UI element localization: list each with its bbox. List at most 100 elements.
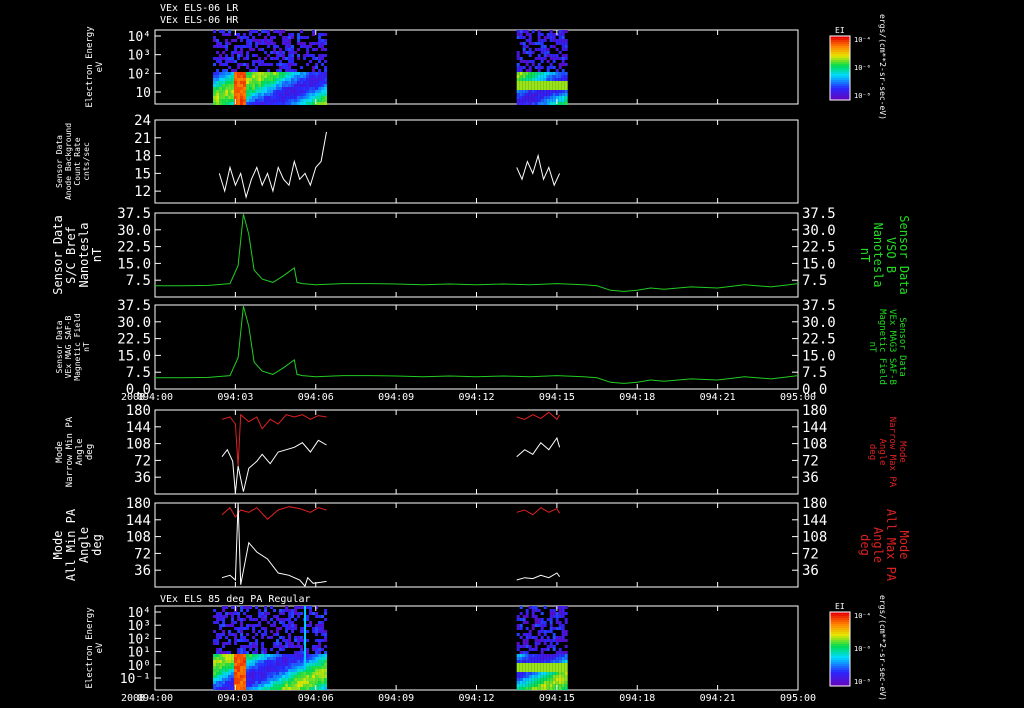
heatmap-cell — [294, 639, 298, 642]
heatmap-cell — [543, 684, 547, 687]
heatmap-cell — [303, 81, 307, 84]
heatmap-cell — [528, 75, 532, 78]
heatmap-cell — [267, 636, 271, 639]
heatmap-cell — [258, 669, 262, 672]
heatmap-cell — [255, 657, 259, 660]
heatmap-cell — [219, 57, 223, 60]
colorbar-segment — [830, 674, 850, 676]
heatmap-cell — [291, 99, 295, 102]
heatmap-cell — [285, 45, 289, 48]
heatmap-cell — [534, 654, 538, 657]
colorbar-segment — [830, 680, 850, 682]
heatmap-cell — [306, 84, 310, 87]
heatmap-cell — [282, 54, 286, 57]
heatmap-cell — [285, 666, 289, 669]
heatmap-cell — [519, 678, 523, 681]
heatmap-cell — [297, 657, 301, 660]
heatmap-cell — [324, 645, 328, 648]
heatmap-cell — [516, 684, 520, 687]
heatmap-cell — [528, 675, 532, 678]
heatmap-cell — [237, 657, 241, 660]
heatmap-cell — [258, 93, 262, 96]
heatmap-cell — [273, 609, 277, 612]
heatmap-cell — [558, 648, 562, 651]
heatmap-cell — [300, 45, 304, 48]
heatmap-cell — [309, 75, 313, 78]
heatmap-cell — [246, 615, 250, 618]
heatmap-cell — [528, 633, 532, 636]
heatmap-cell — [525, 78, 529, 81]
heatmap-cell — [315, 81, 319, 84]
heatmap-cell — [213, 678, 217, 681]
heatmap-cell — [306, 96, 310, 99]
heatmap-cell — [294, 672, 298, 675]
heatmap-cell — [240, 84, 244, 87]
heatmap-cell — [261, 84, 265, 87]
heatmap-cell — [222, 657, 226, 660]
heatmap-cell — [225, 45, 229, 48]
heatmap-cell — [540, 687, 544, 690]
heatmap-cell — [516, 654, 520, 657]
heatmap-cell — [240, 648, 244, 651]
heatmap-cell — [531, 669, 535, 672]
heatmap-cell — [228, 669, 232, 672]
heatmap-cell — [276, 678, 280, 681]
heatmap-cell — [288, 636, 292, 639]
heatmap-cell — [267, 621, 271, 624]
heatmap-cell — [240, 663, 244, 666]
heatmap-cell — [531, 51, 535, 54]
heatmap-cell — [279, 645, 283, 648]
heatmap-cell — [516, 678, 520, 681]
heatmap-cell — [261, 96, 265, 99]
colorbar-segment — [830, 46, 850, 48]
heatmap-cell — [564, 681, 568, 684]
heatmap-cell — [318, 648, 322, 651]
heatmap-cell — [318, 87, 322, 90]
heatmap-cell — [246, 609, 250, 612]
heatmap-cell — [291, 102, 295, 105]
heatmap-cell — [249, 678, 253, 681]
right-axis-label: nT — [867, 342, 877, 353]
heatmap-cell — [300, 681, 304, 684]
heatmap-cell — [306, 651, 310, 654]
heatmap-cell — [561, 654, 565, 657]
heatmap-cell — [546, 96, 550, 99]
heatmap-cell — [321, 102, 325, 105]
heatmap-cell — [237, 675, 241, 678]
heatmap-cell — [321, 666, 325, 669]
heatmap-cell — [291, 72, 295, 75]
heatmap-cell — [231, 612, 235, 615]
heatmap-cell — [525, 615, 529, 618]
heatmap-cell — [231, 657, 235, 660]
heatmap-cell — [276, 45, 280, 48]
heatmap-cell — [249, 657, 253, 660]
heatmap-cell — [231, 666, 235, 669]
heatmap-cell — [267, 45, 271, 48]
heatmap-cell — [528, 69, 532, 72]
heatmap-cell — [561, 672, 565, 675]
heatmap-cell — [558, 678, 562, 681]
heatmap-cell — [258, 687, 262, 690]
heatmap-cell — [219, 45, 223, 48]
heatmap-cell — [279, 660, 283, 663]
heatmap-cell — [291, 669, 295, 672]
heatmap-cell — [294, 657, 298, 660]
heatmap-cell — [306, 63, 310, 66]
heatmap-cell — [252, 678, 256, 681]
heatmap-cell — [276, 654, 280, 657]
heatmap-cell — [243, 96, 247, 99]
heatmap-cell — [315, 72, 319, 75]
heatmap-cell — [234, 60, 238, 63]
heatmap-cell — [555, 42, 559, 45]
heatmap-cell — [519, 102, 523, 105]
heatmap-cell — [525, 45, 529, 48]
heatmap-cell — [219, 99, 223, 102]
heatmap-cell — [228, 666, 232, 669]
heatmap-cell — [246, 54, 250, 57]
heatmap-cell — [318, 669, 322, 672]
heatmap-cell — [549, 66, 553, 69]
heatmap-cell — [249, 96, 253, 99]
heatmap-cell — [531, 660, 535, 663]
heatmap-cell — [294, 96, 298, 99]
heatmap-cell — [558, 624, 562, 627]
